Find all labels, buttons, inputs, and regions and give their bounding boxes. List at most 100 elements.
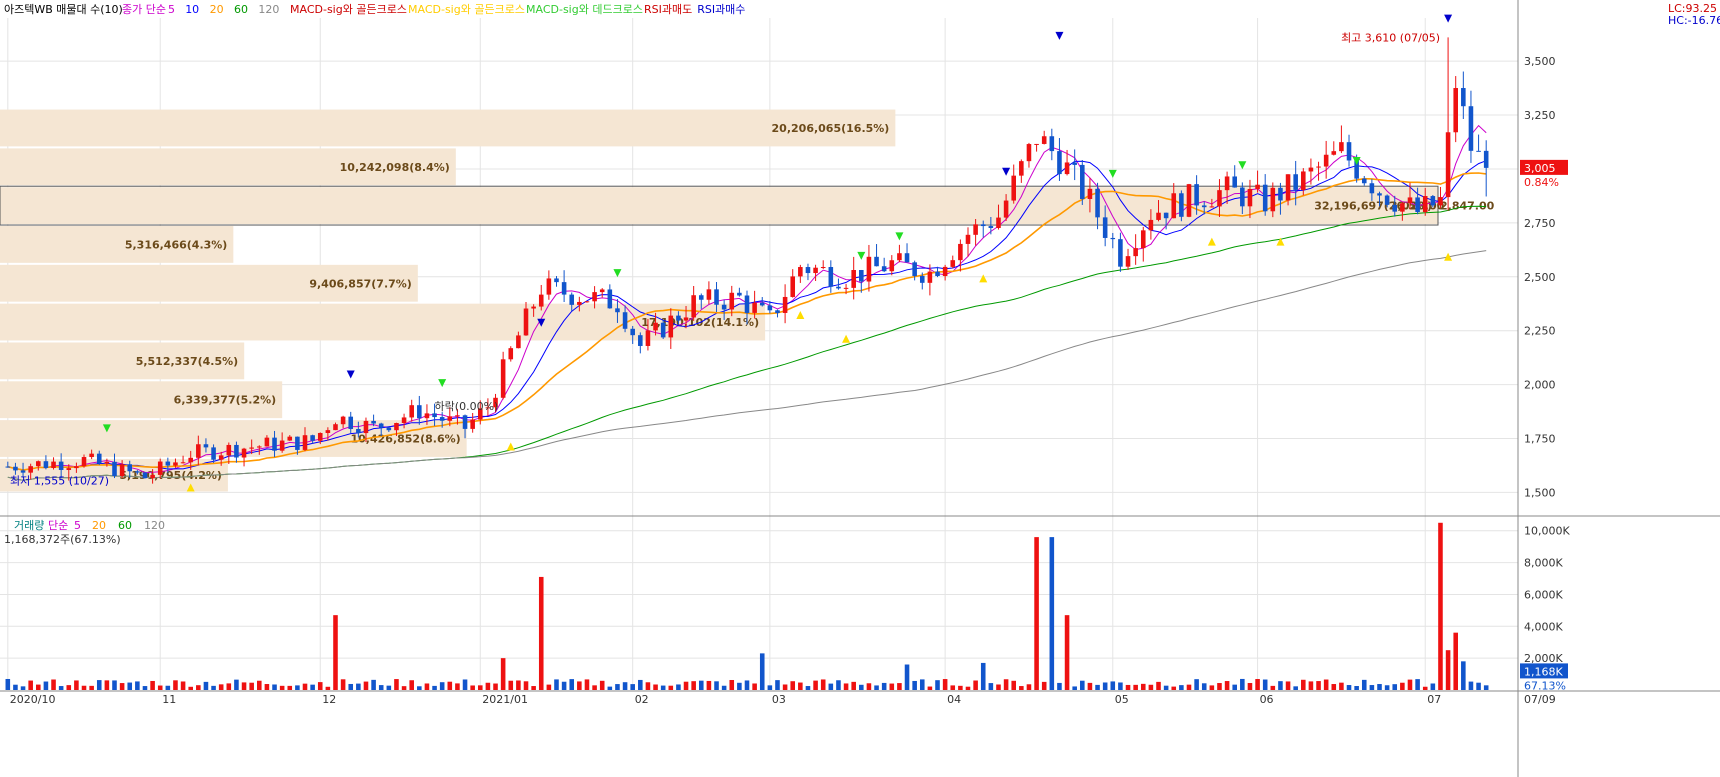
candle-body [1255, 184, 1260, 189]
volume-bar [820, 679, 826, 690]
volume-bar [1430, 683, 1436, 690]
candle-body [1194, 184, 1199, 206]
legend-hc: HC:-16.76 [1668, 14, 1720, 27]
volume-bar [1240, 678, 1245, 690]
candle-body [897, 253, 902, 261]
legend-top-item: 아즈텍WB 매물대 수(10) [4, 3, 123, 16]
volume-bar [805, 686, 811, 690]
volume-bar [36, 684, 41, 690]
candle-body [455, 415, 460, 417]
volume-bar [485, 682, 491, 690]
y-tick-label: 2,750 [1524, 217, 1556, 230]
volume-bar [1186, 684, 1192, 690]
candle-body [645, 330, 651, 346]
candle-body [89, 453, 94, 458]
candle-body [1278, 187, 1283, 201]
vol-tick-label: 8,000K [1524, 557, 1563, 570]
candle-body [889, 260, 895, 272]
volume-bar [1400, 682, 1405, 690]
volume-bar [645, 682, 651, 690]
candle-body [615, 308, 620, 313]
candle-body [698, 295, 704, 300]
candle-body [1224, 176, 1230, 191]
candle-body [264, 437, 270, 447]
x-end-label: 07/09 [1524, 693, 1556, 706]
candle-body [142, 472, 148, 479]
candle-body [706, 289, 712, 300]
candle-body [1026, 144, 1032, 162]
candle-body [996, 217, 1001, 228]
volume-bar [752, 683, 757, 690]
volume-bar [363, 681, 369, 690]
volume-bar [356, 683, 361, 690]
candle-body [508, 348, 514, 360]
candle-body [1301, 171, 1306, 190]
volume-bar [1316, 681, 1321, 690]
volume-bar [234, 679, 239, 690]
candle-body [340, 416, 346, 425]
volume-bar [889, 683, 895, 690]
candle-body [386, 427, 392, 431]
candle-body [203, 444, 209, 448]
last-price-label: 3,005 [1524, 162, 1556, 175]
x-tick-label: 2021/01 [482, 693, 528, 706]
candle-body [1171, 193, 1177, 219]
candle-body [1270, 187, 1276, 212]
candle-body [295, 436, 300, 450]
candle-body [333, 424, 338, 431]
candle-body [363, 420, 369, 434]
volume-bar [1209, 685, 1215, 690]
volume-bar [470, 685, 475, 690]
volume-bar [897, 683, 902, 690]
candle-body [1163, 212, 1169, 219]
volume-bar [676, 684, 681, 690]
volume-bar [1072, 686, 1077, 690]
candle-body [1019, 161, 1024, 176]
volume-bar [1346, 685, 1352, 690]
volume-bar [1339, 682, 1344, 690]
candle-body [112, 461, 117, 477]
candle-body [1140, 230, 1146, 249]
volume-profile-label: 20,206,065(16.5%) [772, 122, 890, 135]
volume-bar [1453, 632, 1458, 690]
candle-body [310, 435, 315, 441]
volume-bar [333, 615, 338, 690]
volume-bar [287, 685, 293, 690]
candle-body [66, 468, 72, 470]
volume-bar [607, 686, 613, 690]
vol-tick-label: 2,000K [1524, 652, 1563, 665]
candle-body [1179, 193, 1184, 217]
vol-tick-label: 10,000K [1524, 525, 1570, 538]
candle-body [13, 466, 18, 471]
volume-bar [401, 686, 407, 690]
candle-body [257, 446, 262, 448]
candle-body [226, 444, 232, 456]
volume-bar [378, 685, 384, 690]
volume-bar [881, 682, 887, 690]
x-tick-label: 12 [322, 693, 336, 706]
candle-body [1293, 174, 1298, 190]
volume-bar [5, 678, 11, 690]
volume-bar [836, 680, 841, 690]
volume-bar [904, 664, 910, 690]
candle-body [1034, 143, 1039, 145]
volume-profile-bar [0, 187, 1438, 225]
x-tick-label: 02 [635, 693, 649, 706]
volume-bar [599, 680, 605, 690]
volume-bar [211, 685, 216, 690]
candle-body [1041, 136, 1047, 144]
candle-body [851, 270, 856, 288]
volume-bar [180, 681, 186, 690]
candle-body [1438, 197, 1443, 206]
volume-bar [394, 679, 399, 690]
volume-bar [546, 684, 552, 690]
candle-body [447, 416, 453, 421]
volume-bar [1201, 683, 1207, 690]
candle-body [1201, 205, 1207, 208]
candle-body [51, 461, 56, 468]
candle-body [721, 304, 727, 310]
candle-body [767, 305, 773, 311]
volume-bar [1118, 682, 1123, 690]
x-tick-label: 07 [1427, 693, 1441, 706]
candle-body [1468, 106, 1474, 151]
